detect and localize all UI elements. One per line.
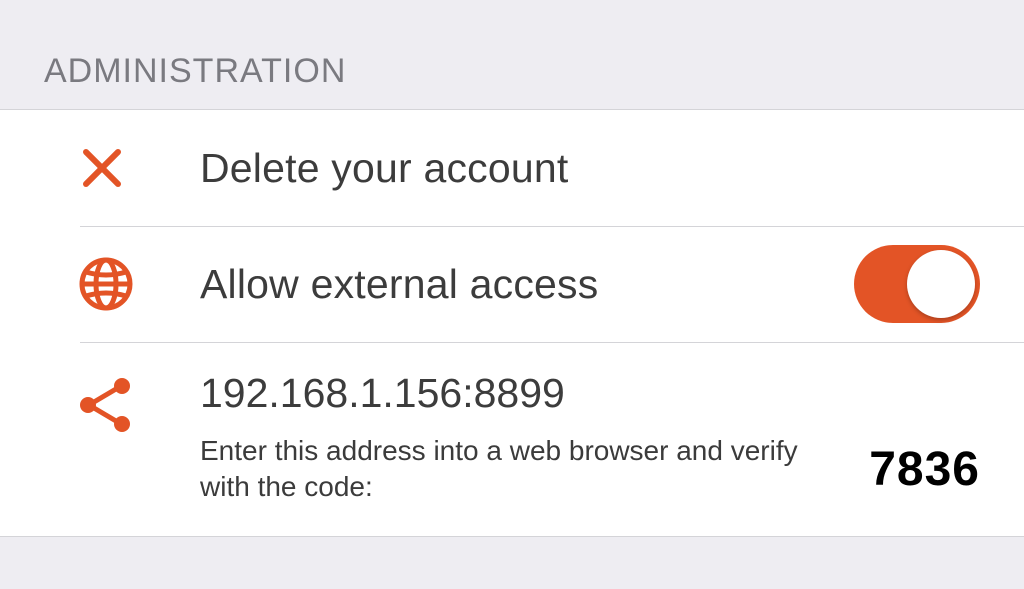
settings-group: Delete your account Allow external acces… bbox=[0, 109, 1024, 537]
row-label-delete: Delete your account bbox=[200, 145, 568, 192]
row-delete-account[interactable]: Delete your account bbox=[0, 110, 1024, 226]
close-icon bbox=[0, 144, 200, 192]
share-instruction-text: Enter this address into a web browser an… bbox=[200, 433, 820, 506]
toggle-knob bbox=[907, 250, 975, 318]
share-address-text: 192.168.1.156:8899 bbox=[200, 370, 980, 417]
section-header-administration: ADMINISTRATION bbox=[0, 0, 1024, 109]
globe-icon bbox=[0, 256, 200, 312]
row-share-address[interactable]: 192.168.1.156:8899 Enter this address in… bbox=[0, 342, 1024, 536]
row-allow-external-access: Allow external access bbox=[0, 226, 1024, 342]
row-label-external: Allow external access bbox=[200, 261, 598, 308]
share-icon bbox=[0, 342, 200, 434]
toggle-external-access[interactable] bbox=[854, 245, 980, 323]
verification-code: 7836 bbox=[869, 442, 980, 497]
